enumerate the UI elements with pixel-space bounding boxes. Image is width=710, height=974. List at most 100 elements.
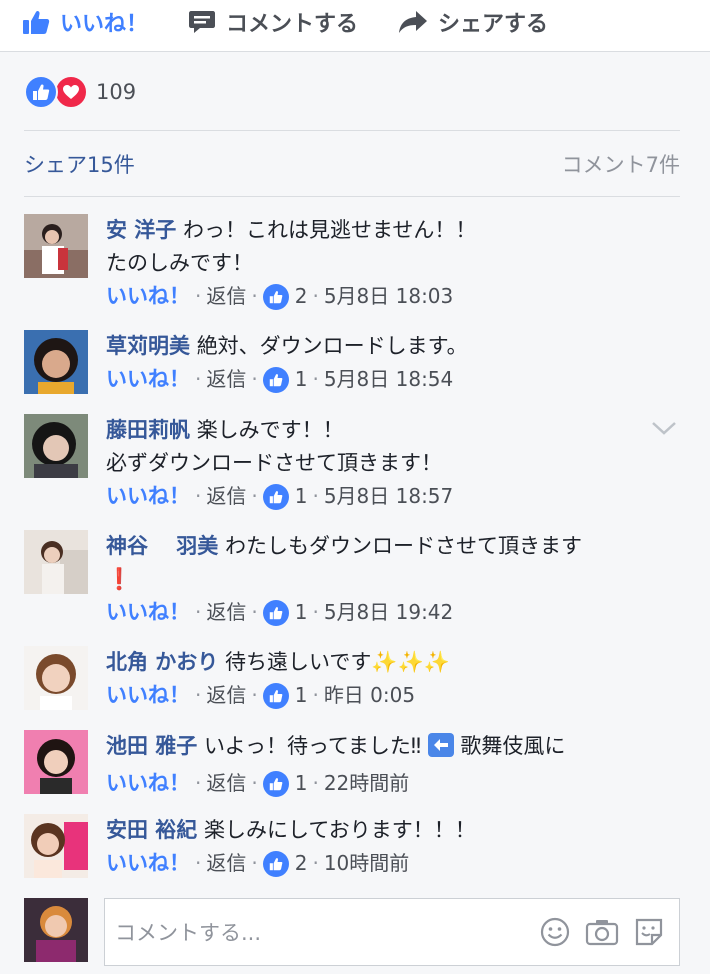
comment-text-line2: たのしみです！ (106, 251, 253, 275)
comment-reply-link[interactable]: 返信 (206, 363, 246, 396)
comment-like-count[interactable]: 1 (295, 363, 308, 396)
comment-input[interactable]: コメントする... (115, 917, 539, 947)
reactions-summary[interactable]: 109 (24, 74, 136, 110)
separator-dot: · (312, 600, 319, 624)
comment-meta: いいね！ · 返信 · 1 · 5月8日 18:54 (106, 363, 666, 396)
separator-dot: · (195, 284, 202, 308)
separator-dot: · (251, 683, 258, 707)
like-button[interactable]: いいね！ (22, 0, 148, 44)
separator-dot: · (312, 851, 319, 875)
avatar[interactable] (24, 414, 88, 478)
avatar[interactable] (24, 646, 88, 710)
comment-label: コメントする (226, 12, 359, 37)
comment-text: わっ！これは見逃せません！！ (183, 218, 477, 242)
like-badge-icon (262, 599, 289, 626)
avatar[interactable] (24, 814, 88, 878)
comment-reply-link[interactable]: 返信 (206, 847, 246, 880)
separator-dot: · (251, 367, 258, 391)
separator-dot: · (195, 367, 202, 391)
reaction-count: 109 (96, 80, 137, 104)
like-badge-icon (262, 283, 289, 310)
comment-text: わたしもダウンロードさせて頂きます (225, 534, 582, 558)
avatar[interactable] (24, 730, 88, 794)
avatar[interactable] (24, 530, 88, 594)
comment-body: 安田 裕紀 楽しみにしております！！！ いいね！ · 返信 · 2 · 10時間… (106, 814, 666, 880)
comment-author[interactable]: 神谷 羽美 (106, 534, 218, 558)
comment-text: いよっ！待ってました‼ (204, 734, 422, 758)
like-label: いいね！ (60, 12, 149, 37)
comment-timestamp[interactable]: 5月8日 19:42 (324, 596, 453, 629)
comment-composer[interactable]: コメントする... (104, 898, 680, 966)
comment-reply-link[interactable]: 返信 (206, 596, 246, 629)
emoji-icon[interactable] (539, 916, 571, 948)
comment-reply-link[interactable]: 返信 (206, 280, 246, 313)
separator-dot: · (195, 771, 202, 795)
like-reaction-icon (24, 75, 58, 109)
comment-reply-link[interactable]: 返信 (206, 679, 246, 712)
like-badge-icon (262, 770, 289, 797)
comment-text-line2: 必ずダウンロードさせて頂きます！ (106, 451, 442, 475)
comment-author[interactable]: 草苅明美 (106, 334, 190, 358)
comment-count[interactable]: コメント7件 (562, 149, 680, 179)
comment-author[interactable]: 藤田莉帆 (106, 418, 190, 442)
comment-like-count[interactable]: 2 (295, 280, 308, 313)
comment-text: 楽しみです！！ (196, 418, 344, 442)
comment-timestamp[interactable]: 5月8日 18:03 (324, 280, 453, 313)
comment-body: 北角 かおり 待ち遠しいです✨✨✨ いいね！ · 返信 · 1 · 昨日 0:0… (106, 646, 666, 712)
comment-meta: いいね！ · 返信 · 1 · 5月8日 18:57 (106, 480, 666, 513)
comment-meta: いいね！ · 返信 · 1 · 22時間前 (106, 767, 666, 800)
comment-meta: いいね！ · 返信 · 1 · 5月8日 19:42 (106, 596, 666, 629)
comment-author[interactable]: 安 洋子 (106, 218, 176, 242)
comment-timestamp[interactable]: 10時間前 (324, 847, 409, 880)
separator-dot: · (195, 683, 202, 707)
sparkles-emoji: ✨✨✨ (371, 650, 450, 674)
camera-icon[interactable] (585, 917, 619, 947)
like-badge-icon (262, 483, 289, 510)
avatar[interactable] (24, 214, 88, 278)
separator-dot: · (195, 600, 202, 624)
comment-like-count[interactable]: 1 (295, 767, 308, 800)
separator-dot: · (312, 284, 319, 308)
comment-like-link[interactable]: いいね！ (106, 679, 190, 712)
comment-author[interactable]: 池田 雅子 (106, 734, 197, 758)
comment-icon (189, 11, 215, 33)
sticker-icon[interactable] (633, 916, 665, 948)
comment-like-link[interactable]: いいね！ (106, 596, 190, 629)
comment-reply-link[interactable]: 返信 (206, 767, 246, 800)
comment-like-count[interactable]: 2 (295, 847, 308, 880)
comment-text: 絶対、ダウンロードします。 (196, 334, 468, 358)
comment-like-count[interactable]: 1 (295, 679, 308, 712)
like-badge-icon (262, 366, 289, 393)
divider (24, 130, 680, 131)
separator-dot: · (312, 484, 319, 508)
comment-like-link[interactable]: いいね！ (106, 480, 190, 513)
separator-dot: · (195, 484, 202, 508)
like-badge-icon (262, 850, 289, 877)
share-button[interactable]: シェアする (398, 0, 548, 44)
separator-dot: · (195, 851, 202, 875)
share-count-link[interactable]: シェア15件 (24, 149, 135, 179)
separator-dot: · (251, 600, 258, 624)
comment-like-link[interactable]: いいね！ (106, 767, 190, 800)
comment-reply-link[interactable]: 返信 (206, 480, 246, 513)
comment-text: 待ち遠しいです (225, 650, 372, 674)
avatar[interactable] (24, 330, 88, 394)
comment-timestamp[interactable]: 昨日 0:05 (324, 679, 415, 712)
comment-author[interactable]: 安田 裕紀 (106, 818, 197, 842)
comment-timestamp[interactable]: 5月8日 18:54 (324, 363, 453, 396)
comment-like-count[interactable]: 1 (295, 596, 308, 629)
separator-dot: · (312, 367, 319, 391)
comment-body: 池田 雅子 いよっ！待ってました‼ 歌舞伎風に いいね！ · 返信 · 1 · … (106, 730, 666, 800)
stats-row: シェア15件 コメント7件 (24, 146, 680, 182)
comment-text-after: 歌舞伎風に (460, 734, 566, 758)
comment-like-link[interactable]: いいね！ (106, 847, 190, 880)
chevron-down-icon[interactable] (651, 420, 677, 440)
current-user-avatar (24, 898, 88, 962)
left-arrow-icon (427, 733, 454, 767)
comment-timestamp[interactable]: 22時間前 (324, 767, 409, 800)
comment-timestamp[interactable]: 5月8日 18:57 (324, 480, 453, 513)
comment-like-link[interactable]: いいね！ (106, 280, 190, 313)
comment-like-link[interactable]: いいね！ (106, 363, 190, 396)
comment-like-count[interactable]: 1 (295, 480, 308, 513)
comment-author[interactable]: 北角 かおり (106, 650, 218, 674)
